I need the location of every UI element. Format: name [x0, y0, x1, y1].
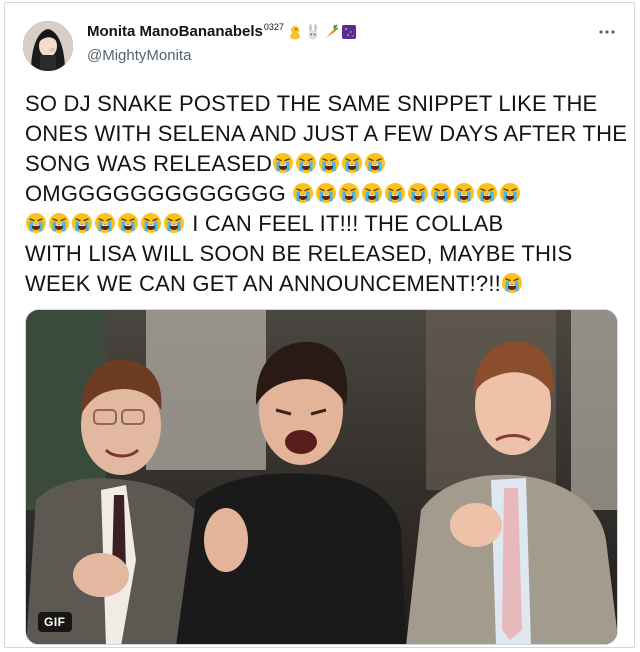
loudly-crying-face-icon	[118, 213, 138, 233]
loudly-crying-face-icon	[500, 183, 521, 203]
loudly-crying-face-icon	[293, 183, 314, 203]
tweet-text-segment: ONES WITH SELENA AND JUST A FEW DAYS AFT…	[25, 121, 628, 146]
loudly-crying-face-icon	[49, 213, 69, 233]
carrot-icon	[325, 24, 339, 38]
tweet-text-segment: I CAN FEEL IT!!! THE COLLAB	[186, 211, 504, 236]
loudly-crying-face-icon	[316, 183, 337, 203]
tweet-text-segment: SONG WAS RELEASED	[25, 151, 273, 176]
avatar[interactable]	[23, 21, 73, 71]
loudly-crying-face-icon	[95, 213, 115, 233]
tweet-text-line: OMGGGGGGGGGGGGG	[25, 179, 625, 209]
rabbit-icon	[308, 23, 318, 39]
tweet-text-line: SO DJ SNAKE POSTED THE SAME SNIPPET LIKE…	[25, 89, 625, 119]
loudly-crying-face-icon	[385, 183, 406, 203]
author-display-name[interactable]: Monita ManoBananabels	[87, 23, 263, 40]
tweet-text-line: WEEK WE CAN GET AN ANNOUNCEMENT!?!!	[25, 269, 625, 299]
tweet-text-segment: OMGGGGGGGGGGGGG	[25, 181, 293, 206]
loudly-crying-face-icon	[319, 153, 340, 173]
gif-media[interactable]: GIF	[25, 309, 618, 645]
avatar-image	[23, 21, 73, 71]
tweet-text-segment: SO DJ SNAKE POSTED THE SAME SNIPPET LIKE…	[25, 91, 598, 116]
loudly-crying-face-icon	[296, 153, 317, 173]
author-name-row[interactable]: Monita ManoBananabels 0327	[87, 21, 357, 40]
loudly-crying-face-icon	[339, 183, 360, 203]
author-superscript: 0327	[263, 21, 284, 32]
gif-image	[26, 310, 617, 644]
loudly-crying-face-icon	[431, 183, 452, 203]
loudly-crying-face-icon	[362, 183, 383, 203]
more-options-button[interactable]	[598, 23, 616, 35]
author-handle[interactable]: @MightyMonita	[87, 47, 191, 64]
loudly-crying-face-icon	[26, 213, 46, 233]
loudly-crying-face-icon	[72, 213, 92, 233]
loudly-crying-face-icon	[477, 183, 498, 203]
author-badges	[287, 23, 357, 40]
loudly-crying-face-icon	[454, 183, 475, 203]
tweet-text-segment: WEEK WE CAN GET AN ANNOUNCEMENT!?!!	[25, 271, 501, 296]
tweet-card[interactable]: Monita ManoBananabels 0327 @MightyMonita	[4, 2, 635, 648]
tweet-text-line: WITH LISA WILL SOON BE RELEASED, MAYBE T…	[25, 239, 625, 269]
loudly-crying-face-icon	[408, 183, 429, 203]
loudly-crying-face-icon	[365, 153, 386, 173]
tweet-text-segment: WITH LISA WILL SOON BE RELEASED, MAYBE T…	[25, 241, 573, 266]
chick-icon	[289, 25, 300, 39]
ellipsis-icon	[599, 30, 615, 34]
gif-badge: GIF	[38, 612, 72, 632]
loudly-crying-face-icon	[502, 273, 522, 293]
tweet-text-line: I CAN FEEL IT!!! THE COLLAB	[25, 209, 625, 239]
purple-square-icon	[341, 24, 356, 39]
loudly-crying-face-icon	[273, 153, 294, 173]
loudly-crying-face-icon	[141, 213, 161, 233]
tweet-text: SO DJ SNAKE POSTED THE SAME SNIPPET LIKE…	[25, 89, 628, 299]
loudly-crying-face-icon	[342, 153, 363, 173]
tweet-text-line: SONG WAS RELEASED	[25, 149, 625, 179]
tweet-text-line: ONES WITH SELENA AND JUST A FEW DAYS AFT…	[25, 119, 628, 149]
loudly-crying-face-icon	[164, 213, 184, 233]
